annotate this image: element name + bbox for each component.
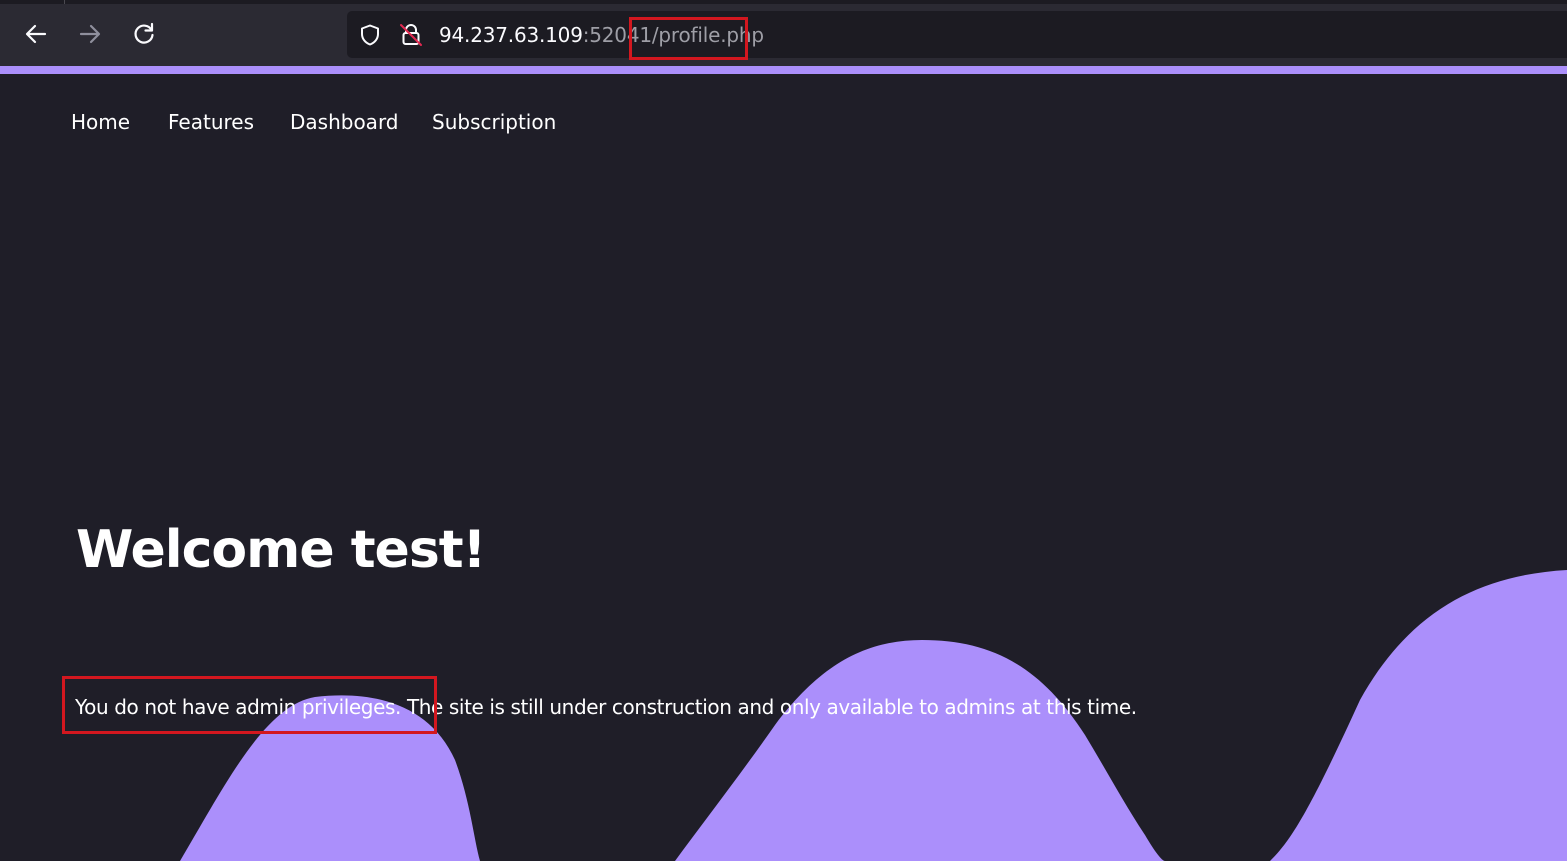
wave-right <box>1270 570 1567 861</box>
message-highlight-box <box>62 676 437 734</box>
url-highlight-box <box>629 17 748 60</box>
wave-middle <box>675 640 1165 861</box>
